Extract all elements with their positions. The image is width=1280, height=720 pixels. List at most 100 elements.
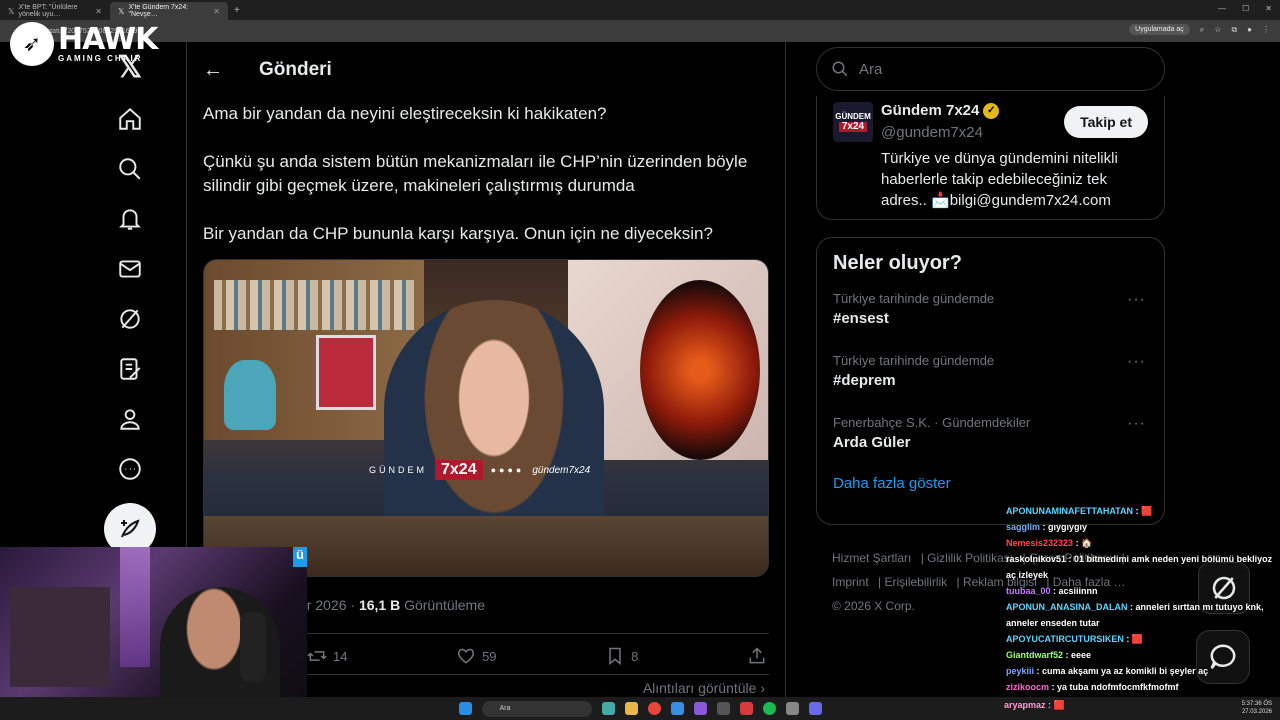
close-icon[interactable]: ✕ [95, 7, 102, 16]
more-options-icon[interactable]: ··· [1127, 353, 1146, 371]
bookmark-icon [609, 647, 621, 666]
search-placeholder: Ara [859, 60, 883, 78]
chat-user: Giantdwarf52 [1006, 650, 1064, 660]
home-icon[interactable] [110, 99, 150, 139]
chat-message: sagglim : gıygıygıy [1006, 522, 1088, 532]
chat-text: eeee [1071, 650, 1092, 660]
footer-link[interactable]: Erişilebilirlik [884, 575, 947, 589]
extensions-icon[interactable]: ⧉ [1231, 25, 1237, 35]
trend-item[interactable]: Fenerbahçe S.K. · Gündemdekiler Arda Gül… [817, 407, 1164, 469]
chat-message: APOYUCATIRCUTURSIKEN : 🟥 [1006, 634, 1144, 644]
chat-message: APONUN_ANASINA_DALAN : anneleri sırttan … [1006, 602, 1264, 628]
left-navigation: 𝕏 [104, 50, 156, 555]
trend-tag: #deprem [833, 372, 896, 389]
taskbar-app-icon[interactable] [670, 702, 684, 715]
taskbar-app-icon[interactable] [693, 702, 707, 715]
close-window-icon[interactable]: ✕ [1265, 4, 1272, 13]
chat-message: APONUNAMINAFETTAHATAN : 🟥 [1006, 506, 1153, 516]
footer-link[interactable]: Gizlilik Politikası [927, 551, 1013, 565]
chat-message: tuubaa_00 : acsiiinnn [1006, 586, 1098, 596]
more-options-icon[interactable]: ··· [1127, 415, 1146, 433]
profile-handle[interactable]: @gundem7x24 [881, 124, 983, 141]
star-icon[interactable]: ☆ [1214, 25, 1221, 34]
trends-title: Neler oluyor? [833, 252, 962, 274]
emote-icon: 🟥 [1053, 700, 1065, 710]
profile-icon[interactable] [110, 399, 150, 439]
taskbar-app-icon[interactable] [739, 702, 753, 715]
browser-tab[interactable]: 𝕏 X'te BPT: "Ünlülere yönelik uyu… ✕ [0, 2, 110, 20]
more-icon[interactable] [110, 449, 150, 489]
notifications-icon[interactable] [110, 199, 150, 239]
view-quotes-link[interactable]: Alıntıları görüntüle › [643, 680, 765, 696]
minimize-icon[interactable]: — [1218, 4, 1226, 13]
like-button[interactable]: 59 [456, 646, 497, 666]
share-button[interactable] [747, 646, 767, 666]
verified-badge-icon: ✓ [983, 102, 1000, 119]
hawk-logo-icon: ➶ [10, 22, 54, 66]
show-more-link[interactable]: Daha fazla göster [817, 469, 1164, 498]
search-icon[interactable] [110, 149, 150, 189]
browser-tab-active[interactable]: 𝕏 X'te Gündem 7x24: "Nevşe… ✕ [110, 2, 228, 20]
taskbar-app-icon[interactable] [716, 702, 730, 715]
current-user-name: aryapmaz [1004, 700, 1046, 710]
chat-user: tuubaa_00 [1006, 586, 1051, 596]
taskbar-clock[interactable]: 5:37:36 ÖS 27.03.2026 [1242, 700, 1272, 716]
search-input[interactable]: Ara [816, 47, 1165, 91]
close-icon[interactable]: ✕ [213, 7, 220, 16]
new-tab-button[interactable]: + [234, 5, 240, 16]
search-icon [832, 61, 848, 77]
microphone-icon [240, 612, 266, 682]
windows-taskbar: Ara 5:37:36 ÖS 27.03.2026 [0, 697, 1280, 720]
trend-item[interactable]: Türkiye tarihinde gündemde #deprem ··· [817, 345, 1164, 407]
open-in-app-button[interactable]: Uygulamada aç [1129, 24, 1190, 35]
address-bar[interactable]: …24/status/2037527108725916091 Uygulamad… [0, 20, 1280, 42]
retweet-button[interactable]: 14 [307, 646, 347, 666]
trend-tag: #ensest [833, 310, 889, 327]
menu-icon[interactable]: ⋮ [1262, 25, 1270, 34]
grok-icon[interactable] [110, 299, 150, 339]
chat-user: APONUNAMINAFETTAHATAN [1006, 506, 1133, 516]
chat-text: ya tuba ndofmfocmfkfmofmf [1057, 682, 1179, 692]
chrome-icon[interactable] [647, 702, 661, 715]
retweet-count: 14 [333, 648, 348, 664]
watermark-logo: 7x24 [435, 460, 483, 480]
taskbar-app-icon[interactable] [785, 702, 799, 715]
taskbar-search[interactable]: Ara [481, 700, 592, 717]
trends-panel: Neler oluyor? Türkiye tarihinde gündemde… [816, 237, 1165, 525]
chat-user: raskolnikov51 [1006, 554, 1067, 564]
page-title: Gönderi [259, 59, 332, 80]
share-icon [749, 647, 765, 664]
taskbar-app-icon[interactable] [601, 702, 615, 715]
more-options-icon[interactable]: ··· [1127, 291, 1146, 309]
chat-text: gıygıygıy [1048, 522, 1088, 532]
back-arrow-icon[interactable]: ← [203, 59, 223, 82]
footer-link[interactable]: Imprint [832, 575, 869, 589]
footer-link[interactable]: Hizmet Şartları [832, 551, 911, 565]
chat-user: peykiii [1006, 666, 1035, 676]
follow-button[interactable]: Takip et [1064, 106, 1148, 138]
heart-icon [458, 648, 475, 664]
taskbar-app-icon[interactable] [808, 702, 822, 715]
maximize-icon[interactable]: ☐ [1242, 4, 1249, 13]
emote-icon: 🟥 [1131, 634, 1144, 644]
lists-icon[interactable] [110, 349, 150, 389]
profile-name-row[interactable]: Gündem 7x24 ✓ [881, 102, 1000, 119]
bookmark-button[interactable]: 8 [605, 646, 638, 666]
spotify-icon[interactable] [762, 702, 776, 715]
avatar[interactable]: GÜNDEM 7x24 [833, 102, 873, 142]
webcam-badge: ü [293, 547, 307, 567]
video-books [214, 280, 414, 330]
tweet-video[interactable]: GÜNDEM 7x24 ●●●● gündem7x24 [203, 259, 769, 577]
taskbar-app-icon[interactable] [624, 702, 638, 715]
x-favicon-icon: 𝕏 [8, 6, 15, 16]
windows-start-icon[interactable] [458, 702, 472, 715]
chat-message: raskolnikov51 : 01 bitmedimi amk neden y… [1006, 554, 1273, 580]
messages-icon[interactable] [110, 249, 150, 289]
profile-icon[interactable]: ● [1247, 25, 1252, 34]
zoom-icon[interactable]: ⌕ [1200, 25, 1204, 35]
trend-item[interactable]: Türkiye tarihinde gündemde #ensest ··· [817, 283, 1164, 345]
browser-tabbar: 𝕏 X'te BPT: "Ünlülere yönelik uyu… ✕ 𝕏 X… [0, 0, 1280, 20]
video-watermark: GÜNDEM 7x24 ●●●● gündem7x24 [369, 460, 590, 480]
post-actions: 14 59 8 [307, 646, 767, 666]
emote-icon: 🟥 [1140, 506, 1153, 516]
